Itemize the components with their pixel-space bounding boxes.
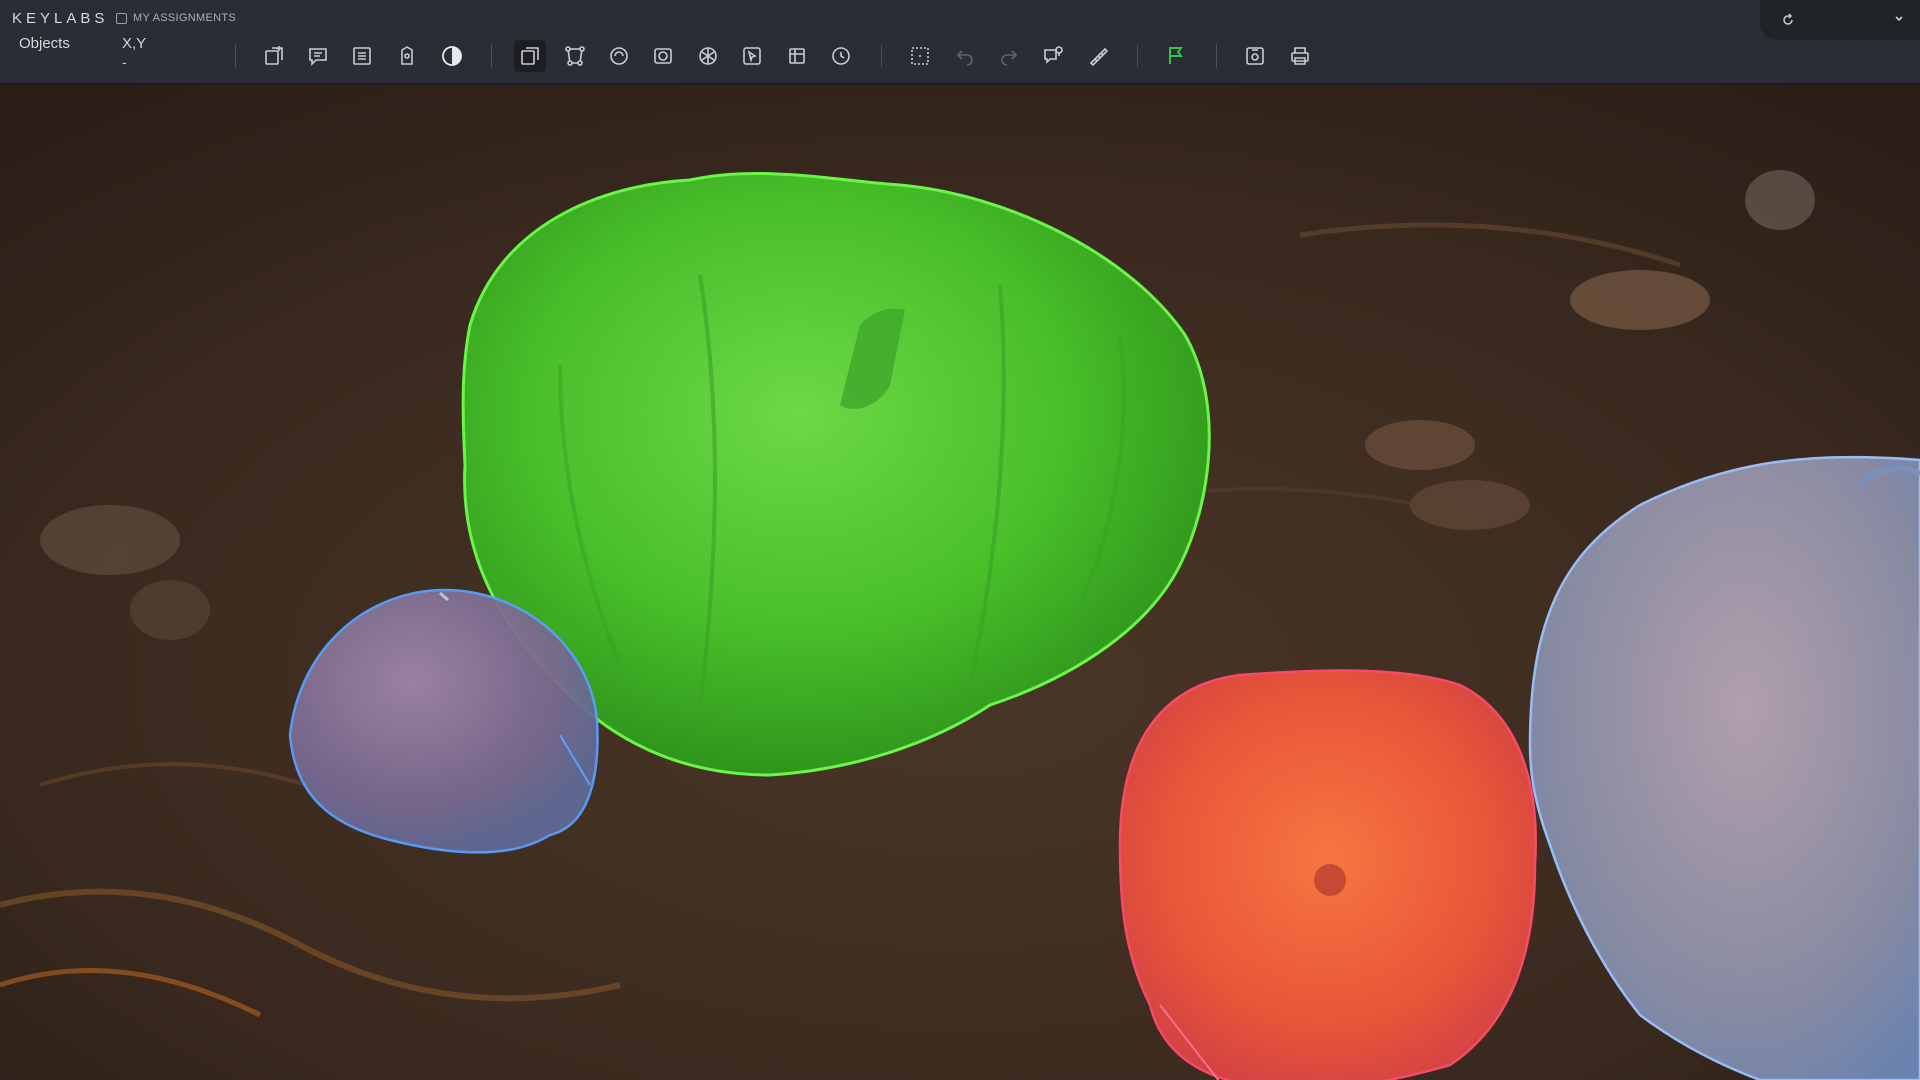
mask-tool-button[interactable] bbox=[647, 40, 679, 72]
crop-icon bbox=[789, 48, 805, 64]
list-button[interactable] bbox=[346, 40, 378, 72]
refresh-icon[interactable] bbox=[1780, 12, 1796, 28]
annotation-red-pumpkin[interactable] bbox=[1118, 669, 1537, 1080]
brand-logo: KEYLABS bbox=[12, 10, 109, 27]
tab-objects[interactable]: Objects bbox=[19, 35, 70, 52]
redo-icon bbox=[1001, 50, 1018, 66]
my-assignments-label: MY ASSIGNMENTS bbox=[133, 12, 237, 24]
coordinate-value: - bbox=[122, 54, 127, 70]
redo-button[interactable] bbox=[993, 40, 1025, 72]
flag-button[interactable] bbox=[1160, 40, 1192, 72]
ruler-icon bbox=[1089, 47, 1109, 67]
print-icon bbox=[1291, 47, 1309, 65]
comment-button[interactable] bbox=[302, 40, 334, 72]
feedback-icon bbox=[1044, 46, 1063, 64]
undo-icon bbox=[956, 50, 973, 66]
region-select-icon bbox=[911, 47, 929, 65]
ellipse-tool-button[interactable] bbox=[603, 40, 635, 72]
tag-icon bbox=[401, 46, 413, 65]
copy-icon bbox=[521, 47, 539, 65]
polygon-tool-button[interactable] bbox=[559, 40, 591, 72]
chevron-down-icon[interactable] bbox=[1892, 12, 1906, 26]
feedback-button[interactable] bbox=[1037, 40, 1069, 72]
region-select-button[interactable] bbox=[904, 40, 936, 72]
export-button[interactable] bbox=[1284, 40, 1316, 72]
timer-icon bbox=[832, 47, 850, 65]
mask-icon bbox=[654, 48, 672, 64]
coordinate-label: X,Y bbox=[122, 35, 147, 52]
undo-button[interactable] bbox=[949, 40, 981, 72]
select-box-button[interactable] bbox=[736, 40, 768, 72]
toolbar-divider bbox=[881, 44, 882, 68]
coordinate-readout: X,Y - bbox=[122, 35, 146, 71]
new-object-icon bbox=[265, 46, 283, 65]
new-object-button[interactable] bbox=[258, 40, 290, 72]
attribute-button[interactable] bbox=[391, 40, 423, 72]
camera-icon bbox=[1246, 47, 1264, 65]
ruler-button[interactable] bbox=[1082, 40, 1114, 72]
toolbar-divider bbox=[1216, 44, 1217, 68]
annotation-canvas[interactable] bbox=[0, 85, 1920, 1080]
toolbar-divider bbox=[491, 44, 492, 68]
list-icon bbox=[353, 47, 371, 65]
toolbar-divider bbox=[235, 44, 236, 68]
image-scene[interactable] bbox=[0, 85, 1920, 1080]
screenshot-button[interactable] bbox=[1239, 40, 1271, 72]
toolbar-divider bbox=[1137, 44, 1138, 68]
top-right-panel bbox=[1760, 0, 1920, 40]
my-assignments-link[interactable]: MY ASSIGNMENTS bbox=[116, 12, 236, 24]
crop-tool-button[interactable] bbox=[781, 40, 813, 72]
ellipse-icon bbox=[610, 47, 628, 65]
contrast-button[interactable] bbox=[436, 40, 468, 72]
assignments-icon bbox=[116, 12, 127, 24]
pattern-icon bbox=[699, 47, 717, 65]
pattern-tool-button[interactable] bbox=[692, 40, 724, 72]
flag-icon bbox=[1169, 47, 1183, 64]
contrast-icon bbox=[442, 46, 462, 66]
top-toolbar: KEYLABS MY ASSIGNMENTS Objects X,Y - bbox=[0, 0, 1920, 84]
copy-tool-button[interactable] bbox=[514, 40, 546, 72]
comment-icon bbox=[309, 48, 327, 66]
select-box-icon bbox=[743, 47, 761, 65]
polygon-icon bbox=[565, 46, 585, 66]
timer-tool-button[interactable] bbox=[825, 40, 857, 72]
